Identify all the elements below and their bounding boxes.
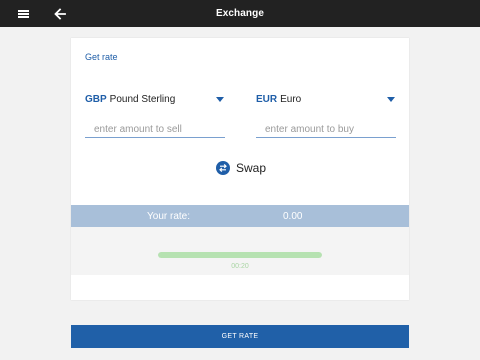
app-bar: Exchange — [0, 0, 480, 27]
swap-label: Swap — [236, 161, 267, 175]
timer-progress-bar — [158, 252, 322, 258]
swap-arrows-icon — [216, 161, 230, 175]
buy-dropdown-caret-icon[interactable] — [387, 97, 395, 102]
exchange-card: Get rate GBPPound Sterling EUREuro Swap … — [71, 38, 409, 300]
rate-bar: Your rate: 0.00 — [71, 205, 409, 227]
swap-button[interactable]: Swap — [216, 161, 266, 175]
rate-value: 0.00 — [283, 211, 303, 222]
sell-amount-input[interactable] — [85, 122, 225, 138]
sell-currency-select[interactable]: GBP Pound Sterling — [85, 94, 175, 105]
timer-progress-fill — [158, 252, 322, 258]
rate-timer-area: 00:20 — [71, 227, 409, 275]
rate-label: Your rate: — [147, 211, 190, 222]
buy-amount-input[interactable] — [256, 122, 396, 138]
buy-currency-select[interactable]: EUR Euro — [256, 94, 301, 105]
timer-text: 00:20 — [231, 263, 249, 270]
page-title: Exchange — [215, 8, 265, 19]
sell-dropdown-caret-icon[interactable] — [216, 97, 224, 102]
buy-currency-code: EUR — [256, 94, 278, 105]
sell-currency-name: Pound Sterling — [109, 94, 176, 105]
get-rate-button[interactable]: GET RATE — [71, 325, 409, 348]
get-rate-link[interactable]: Get rate — [85, 52, 118, 62]
buy-currency-name: Euro — [280, 94, 302, 105]
sell-currency-code: GBP — [85, 94, 107, 105]
